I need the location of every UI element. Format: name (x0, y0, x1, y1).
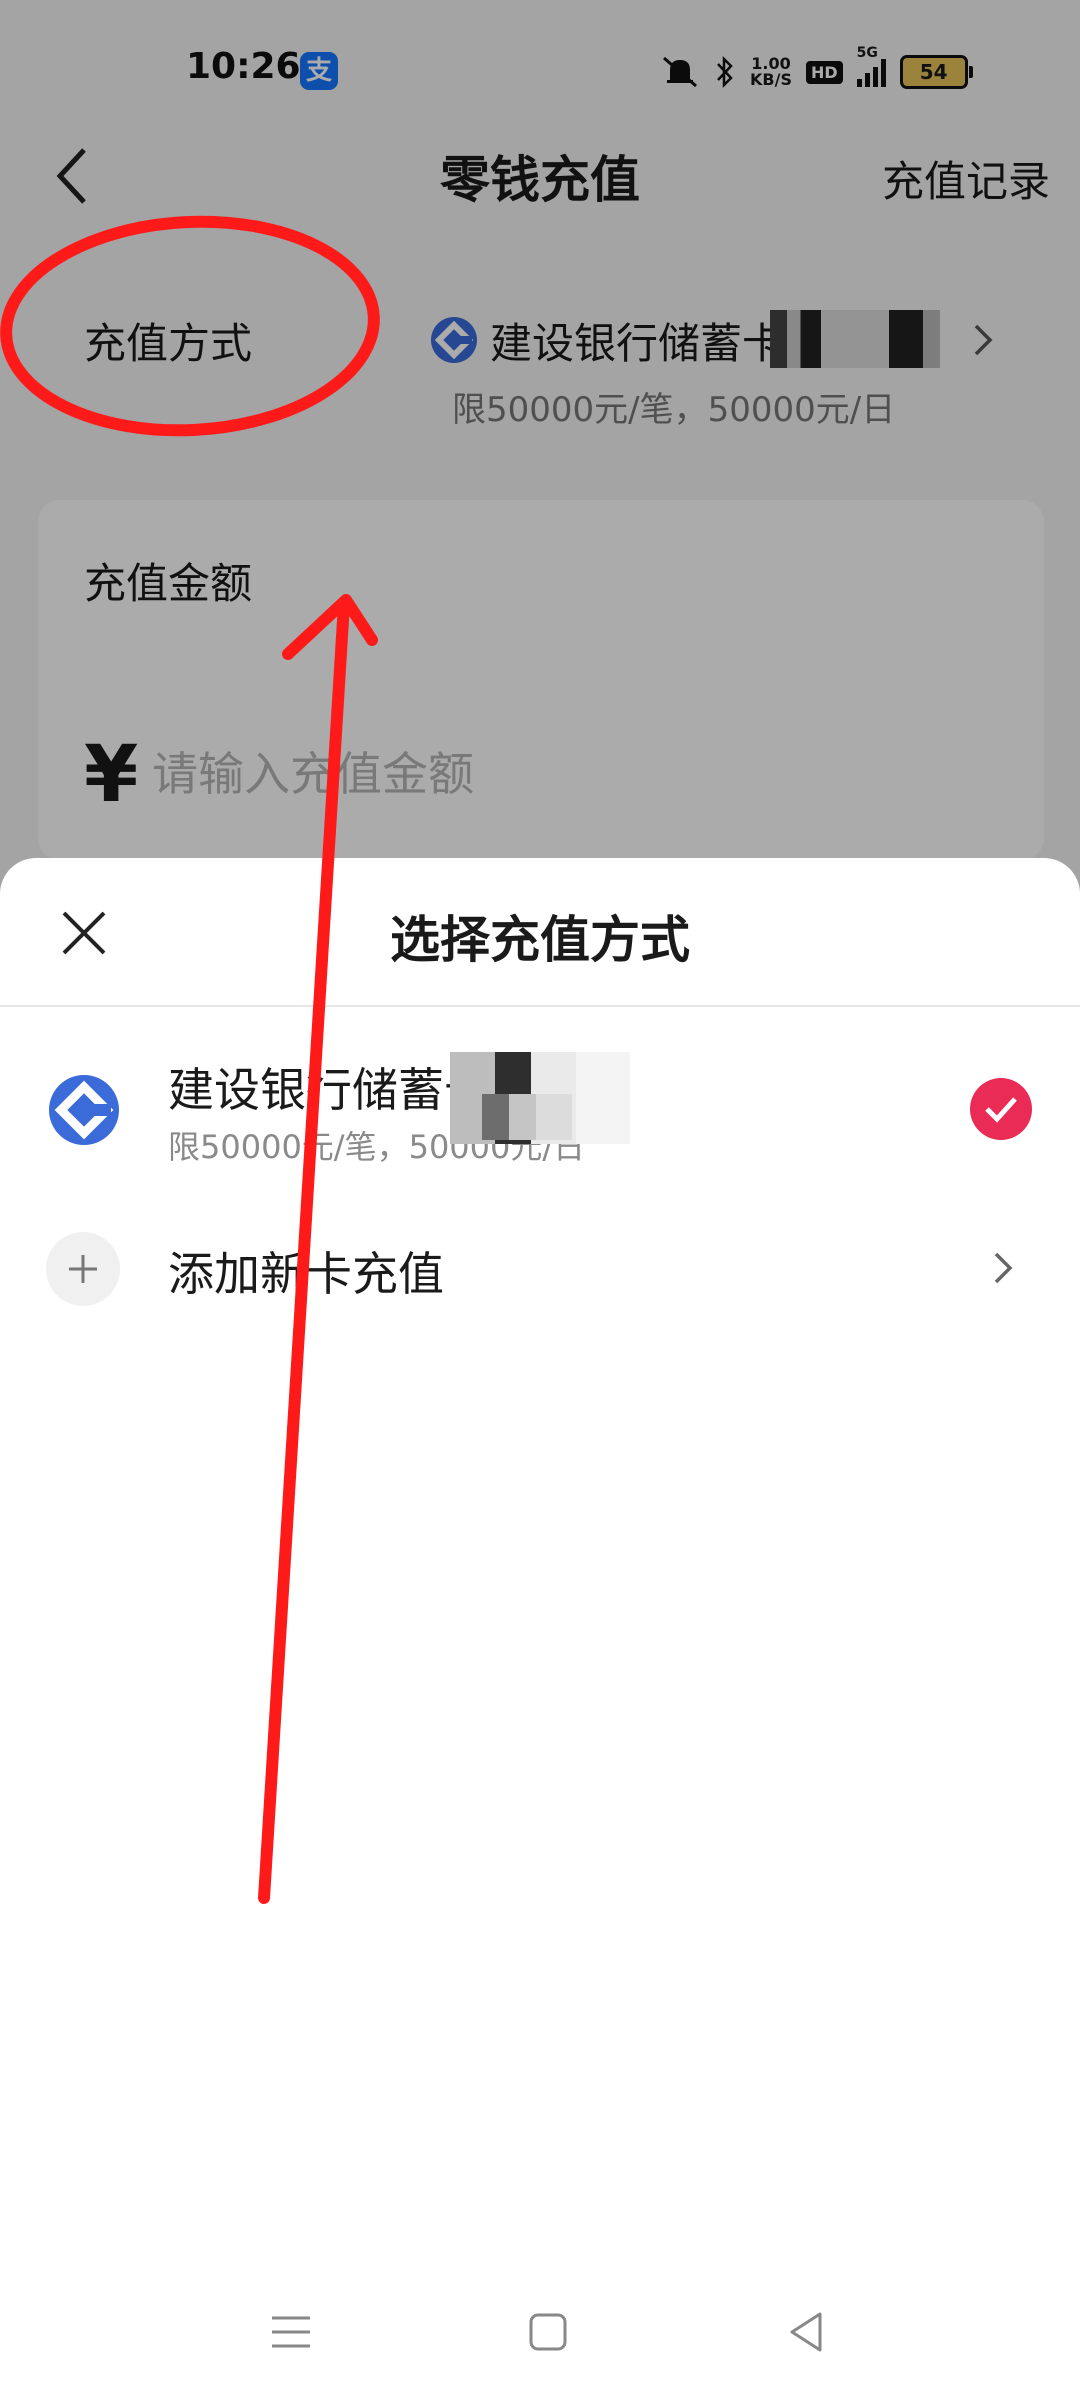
option-bank-name: 建设银行储蓄卡 (168, 1063, 490, 1117)
back-triangle-icon[interactable] (786, 2310, 826, 2354)
selected-check-icon (970, 1078, 1032, 1140)
chevron-right-icon (994, 1252, 1013, 1284)
divider (0, 1005, 1080, 1007)
home-icon[interactable] (528, 2312, 568, 2352)
ccb-bank-icon (49, 1075, 119, 1145)
plus-icon (46, 1232, 120, 1306)
add-new-card-label: 添加新卡充值 (168, 1247, 444, 1301)
menu-icon[interactable] (270, 2312, 312, 2352)
sheet-title: 选择充值方式 (390, 911, 690, 969)
masked-card-number-blur (482, 1094, 572, 1140)
